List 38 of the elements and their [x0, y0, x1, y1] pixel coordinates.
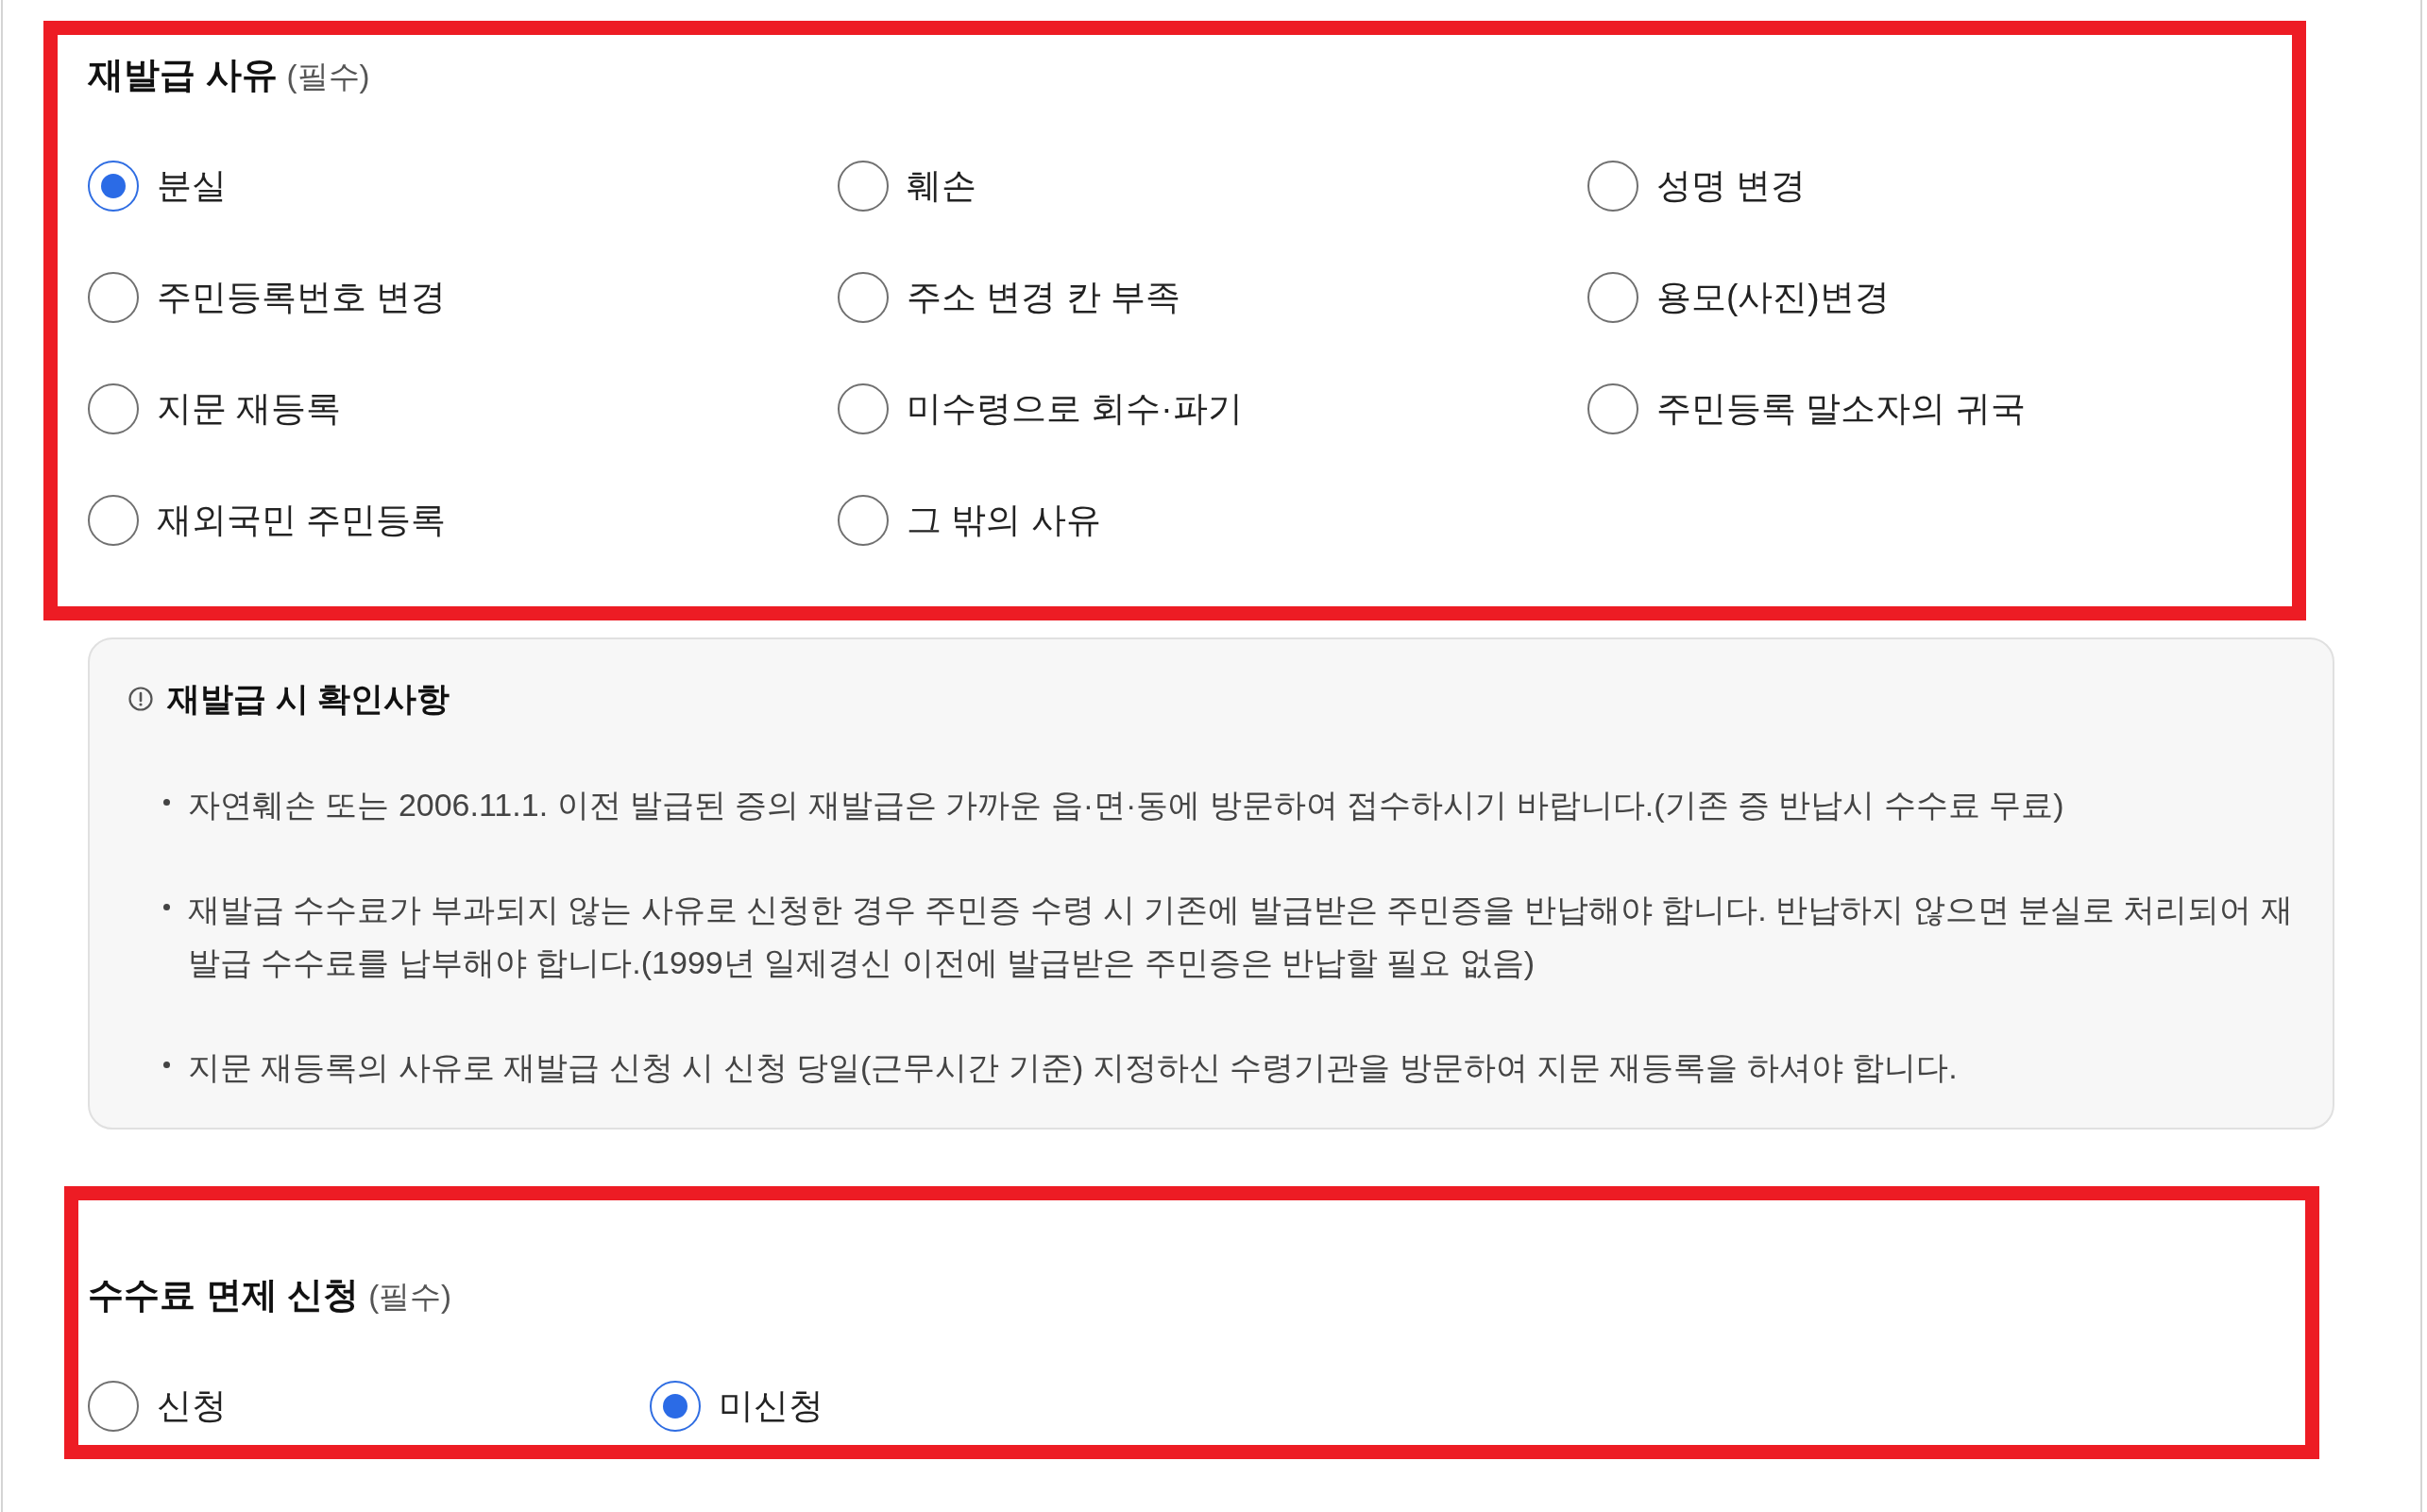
notice-text: 지문 재등록의 사유로 재발급 신청 시 신청 당일(근무시간 기준) 지정하신 수령기관을 방문하여 지문 재등록을 하셔야 합니다. — [188, 1048, 1958, 1087]
notice-text: 재발급 수수료가 부과되지 않는 사유로 신청한 경우 주민증 수령 시 기존에 발급받은 주민증을 반납해야 합니다. 반납하지 않으면 분실로 처리되어 재발급 수수료를 납부해야 합니다.(1999년 일제경신 이전에 발급받은 주민증은 반납할 필요 없음) — [188, 891, 2294, 982]
radio-button[interactable] — [838, 383, 889, 434]
radio-label[interactable]: 그 밖의 사유 — [907, 497, 1101, 544]
radio-button[interactable] — [88, 383, 139, 434]
bullet-icon — [163, 904, 170, 910]
required-label: (필수) — [286, 58, 370, 95]
radio-label[interactable]: 성명 변경 — [1656, 162, 1807, 210]
notice-text: 자연훼손 또는 2006.11.1. 이전 발급된 증의 재발급은 가까운 읍·면·동에 방문하여 접수하시기 바랍니다.(기존 증 반납시 수수료 무료) — [188, 786, 2064, 824]
radio-button[interactable] — [1587, 272, 1638, 323]
radio-button[interactable] — [1587, 383, 1638, 434]
radio-label[interactable]: 신청 — [157, 1383, 227, 1430]
radio-button[interactable] — [650, 1381, 701, 1432]
section-title: 수수료 면제 신청 — [88, 1274, 360, 1317]
bullet-icon — [163, 799, 170, 806]
radio-button[interactable] — [838, 161, 889, 212]
radio-label[interactable]: 주소 변경 칸 부족 — [907, 274, 1180, 321]
bullet-icon — [163, 1062, 170, 1068]
radio-button[interactable] — [88, 161, 139, 212]
radio-button[interactable] — [1587, 161, 1638, 212]
exclamation-icon — [128, 687, 153, 711]
radio-button[interactable] — [838, 272, 889, 323]
required-label: (필수) — [368, 1278, 452, 1316]
radio-button[interactable] — [88, 495, 139, 546]
radio-button[interactable] — [88, 272, 139, 323]
radio-label[interactable]: 훼손 — [907, 162, 976, 210]
radio-label[interactable]: 지문 재등록 — [157, 385, 342, 433]
radio-button[interactable] — [88, 1381, 139, 1432]
radio-label[interactable]: 주민등록 말소자의 귀국 — [1656, 385, 2026, 433]
section-title: 재발급 사유 — [88, 54, 278, 96]
radio-button[interactable] — [838, 495, 889, 546]
radio-label[interactable]: 분실 — [157, 162, 227, 210]
radio-label[interactable]: 미신청 — [719, 1383, 823, 1430]
radio-label[interactable]: 주민등록번호 변경 — [157, 274, 447, 321]
notice-title: 재발급 시 확인사항 — [167, 679, 450, 719]
radio-label[interactable]: 용모(사진)변경 — [1656, 274, 1890, 321]
radio-label[interactable]: 미수령으로 회수·파기 — [907, 385, 1243, 433]
radio-label[interactable]: 재외국민 주민등록 — [157, 497, 447, 544]
